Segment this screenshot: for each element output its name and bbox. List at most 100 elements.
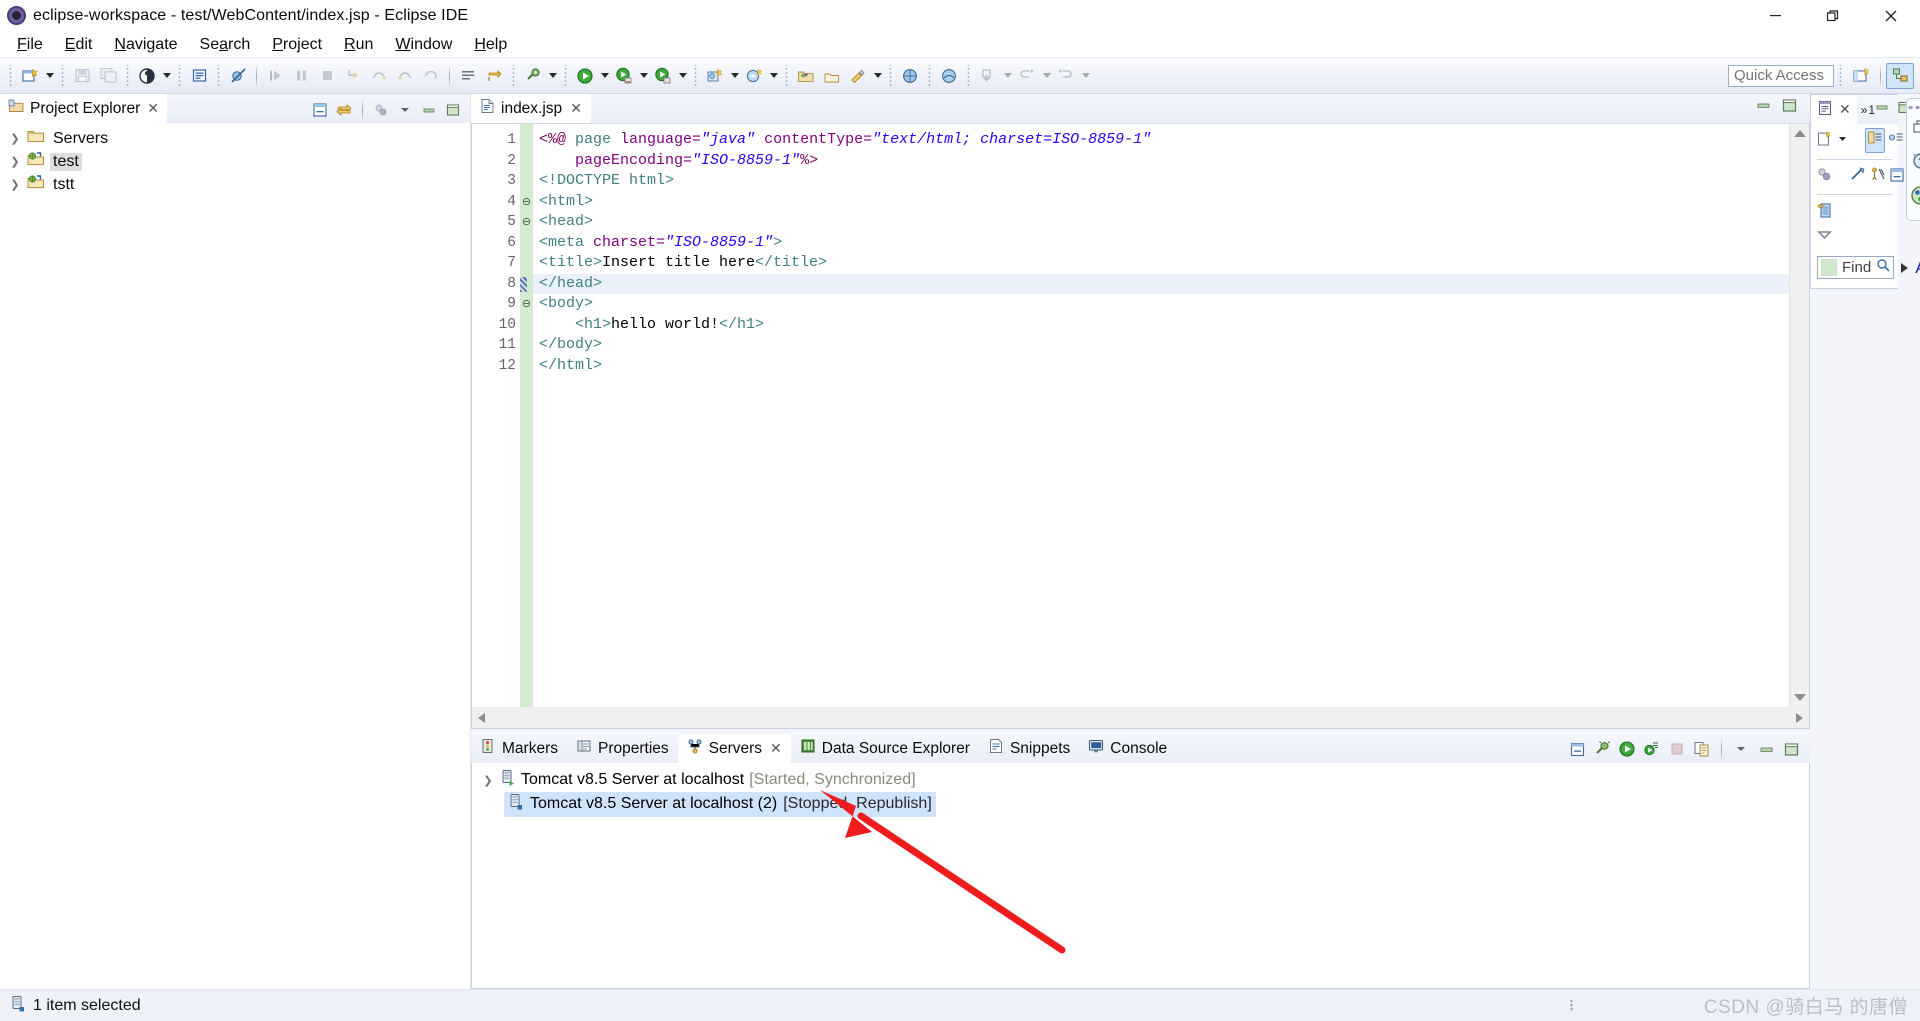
status-resize-handle[interactable] bbox=[1570, 999, 1575, 1012]
menu-help[interactable]: Help bbox=[463, 33, 518, 57]
save-icon[interactable] bbox=[69, 63, 95, 89]
new-jsp-file-icon[interactable] bbox=[186, 63, 212, 89]
terminate-icon[interactable] bbox=[314, 63, 340, 89]
show-categories-icon[interactable] bbox=[1888, 130, 1904, 151]
open-type-icon[interactable] bbox=[481, 63, 507, 89]
palette-colors-icon[interactable] bbox=[1909, 184, 1920, 212]
help-icon[interactable]: ? bbox=[1910, 150, 1920, 176]
code-line[interactable]: <%@ page language="java" contentType="te… bbox=[533, 130, 1789, 151]
java-ee-perspective-icon[interactable] bbox=[1886, 62, 1914, 89]
close-icon[interactable]: ✕ bbox=[770, 740, 782, 757]
quick-access-input[interactable] bbox=[1728, 64, 1834, 87]
code-line[interactable]: <html> bbox=[533, 192, 1789, 213]
hide-static-icon[interactable] bbox=[1869, 166, 1886, 188]
code-line[interactable]: <title>Insert title here</title> bbox=[533, 253, 1789, 274]
view-menu-chevron-icon[interactable] bbox=[394, 99, 416, 121]
back-icon[interactable] bbox=[1014, 63, 1040, 89]
code-line[interactable]: pageEncoding="ISO-8859-1"%> bbox=[533, 151, 1789, 172]
back-dropdown-icon[interactable] bbox=[1040, 63, 1053, 89]
collapse-all-icon[interactable] bbox=[1889, 167, 1905, 188]
new-folder-icon[interactable] bbox=[793, 63, 819, 89]
resume-icon[interactable] bbox=[262, 63, 288, 89]
overflow-indicator[interactable]: » 1 bbox=[1857, 103, 1875, 117]
all-label[interactable]: All bbox=[1915, 258, 1920, 278]
new-wizard-dropdown-icon[interactable] bbox=[43, 63, 56, 89]
code-line[interactable]: <!DOCTYPE html> bbox=[533, 171, 1789, 192]
new-ejb-dropdown-icon[interactable] bbox=[728, 63, 741, 89]
view-menu-chevron-icon[interactable] bbox=[1730, 738, 1752, 760]
external-tools-icon[interactable] bbox=[520, 63, 546, 89]
menu-window[interactable]: Window bbox=[384, 33, 463, 57]
profile-server-icon[interactable] bbox=[1641, 738, 1663, 760]
tree-item-servers[interactable]: ❯ Servers bbox=[0, 127, 470, 150]
menu-search[interactable]: Search bbox=[189, 33, 262, 57]
tab-index-jsp[interactable]: index.jsp ✕ bbox=[471, 94, 591, 123]
drag-handle-icon[interactable] bbox=[1907, 105, 1920, 110]
tree-item-tstt[interactable]: ❯ tstt bbox=[0, 173, 470, 196]
minimize-button[interactable] bbox=[1746, 0, 1804, 31]
tab-servers[interactable]: Servers ✕ bbox=[677, 734, 791, 763]
menu-edit[interactable]: Edit bbox=[54, 33, 104, 57]
forward-icon[interactable] bbox=[1053, 63, 1079, 89]
chevron-right-icon[interactable]: ❯ bbox=[8, 178, 22, 192]
next-annotation-icon[interactable] bbox=[936, 63, 962, 89]
fold-collapse-icon[interactable]: ⊖ bbox=[520, 212, 533, 233]
external-tools-dropdown-icon[interactable] bbox=[546, 63, 559, 89]
open-perspective-icon[interactable] bbox=[1847, 63, 1875, 89]
editor-horizontal-scrollbar[interactable] bbox=[471, 707, 1810, 729]
maximize-icon[interactable] bbox=[442, 99, 464, 121]
code-line[interactable]: <meta charset="ISO-8859-1"> bbox=[533, 233, 1789, 254]
tab-outline[interactable]: ✕ bbox=[1811, 95, 1857, 124]
scroll-left-icon[interactable] bbox=[478, 713, 485, 723]
toolbar-drag-handle[interactable] bbox=[8, 64, 13, 87]
palette-icon[interactable] bbox=[1816, 203, 1835, 224]
folding-bar[interactable]: ⊖ ⊖ ⊖ bbox=[520, 124, 533, 707]
menu-file[interactable]: File bbox=[6, 33, 54, 57]
search-icon[interactable] bbox=[845, 63, 871, 89]
close-icon[interactable]: ✕ bbox=[1839, 101, 1851, 118]
search-icon[interactable] bbox=[1876, 258, 1890, 277]
sort-icon[interactable] bbox=[1816, 166, 1833, 188]
link-with-editor-icon[interactable] bbox=[333, 99, 355, 121]
chevron-right-icon[interactable]: ❯ bbox=[8, 132, 22, 146]
chevron-right-icon[interactable]: ❯ bbox=[481, 773, 495, 787]
tab-data-source-explorer[interactable]: Data Source Explorer bbox=[791, 734, 979, 763]
find-field[interactable] bbox=[1821, 259, 1837, 276]
tab-snippets[interactable]: Snippets bbox=[979, 734, 1079, 763]
last-edit-dropdown-icon[interactable] bbox=[1001, 63, 1014, 89]
debug-server-icon[interactable] bbox=[1591, 738, 1613, 760]
close-icon[interactable]: ✕ bbox=[570, 100, 582, 117]
debug-icon[interactable] bbox=[134, 63, 160, 89]
menu-project[interactable]: Project bbox=[261, 33, 333, 57]
hide-categories-icon[interactable] bbox=[1865, 128, 1885, 153]
fold-collapse-icon[interactable]: ⊖ bbox=[520, 294, 533, 315]
find-input[interactable]: Find bbox=[1817, 256, 1895, 279]
code-line[interactable]: <head> bbox=[533, 212, 1789, 233]
menu-navigate[interactable]: Navigate bbox=[103, 33, 188, 57]
editor-vertical-scrollbar[interactable] bbox=[1789, 124, 1809, 707]
close-icon[interactable]: ✕ bbox=[147, 100, 159, 117]
toggle-markoccurrences-icon[interactable] bbox=[455, 63, 481, 89]
chevron-right-icon[interactable]: ❯ bbox=[8, 155, 22, 169]
debug-as-server-dropdown-icon[interactable] bbox=[676, 63, 689, 89]
minimize-icon[interactable] bbox=[1875, 100, 1890, 120]
tree-item-test[interactable]: ❯ test bbox=[0, 150, 470, 173]
new-wizard-icon[interactable] bbox=[17, 63, 43, 89]
new-dropdown-icon[interactable] bbox=[871, 63, 884, 89]
maximize-icon[interactable] bbox=[1781, 97, 1798, 119]
last-edit-location-icon[interactable] bbox=[975, 63, 1001, 89]
skip-breakpoints-icon[interactable] bbox=[225, 63, 251, 89]
run-icon[interactable] bbox=[572, 63, 598, 89]
fold-collapse-icon[interactable]: ⊖ bbox=[520, 192, 533, 213]
minimize-icon[interactable] bbox=[1755, 738, 1777, 760]
tab-project-explorer[interactable]: Project Explorer ✕ bbox=[0, 94, 167, 124]
code-area[interactable]: <%@ page language="java" contentType="te… bbox=[533, 124, 1789, 707]
server-row[interactable]: Tomcat v8.5 Server at localhost (2) [Sto… bbox=[472, 791, 1809, 817]
scroll-up-icon[interactable] bbox=[1794, 130, 1806, 137]
drop-to-frame-icon[interactable] bbox=[418, 63, 444, 89]
server-row[interactable]: ❯ Tomcat v8.5 Server at localhost [Start… bbox=[472, 768, 1809, 792]
scroll-down-icon[interactable] bbox=[1794, 694, 1806, 701]
tab-console[interactable]: Console bbox=[1079, 734, 1176, 763]
new-ejb-project-icon[interactable] bbox=[702, 63, 728, 89]
save-all-icon[interactable] bbox=[95, 63, 121, 89]
